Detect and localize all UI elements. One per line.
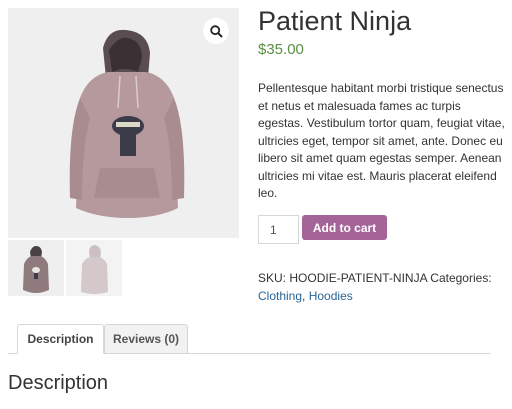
hoodie-image xyxy=(69,29,185,218)
product-short-description: Pellentesque habitant morbi tristique se… xyxy=(258,81,505,200)
product-price: $35.00 xyxy=(258,41,304,58)
add-to-cart-button[interactable]: Add to cart xyxy=(302,215,387,240)
thumbnail-back[interactable] xyxy=(66,240,122,296)
product-meta: SKU: HOODIE-PATIENT-NINJA Categories: Cl… xyxy=(258,269,508,305)
magnifier-icon xyxy=(209,24,223,38)
thumbnail-front[interactable] xyxy=(8,240,64,296)
tab-description[interactable]: Description xyxy=(17,324,104,354)
category-link-hoodies[interactable]: Hoodies xyxy=(309,289,353,303)
sku-value: HOODIE-PATIENT-NINJA xyxy=(289,271,427,285)
hoodie-thumbnail-front xyxy=(23,246,49,293)
zoom-button[interactable] xyxy=(203,18,229,44)
quantity-input[interactable] xyxy=(258,215,299,244)
product-main-image[interactable] xyxy=(8,8,239,238)
sku-label: SKU: xyxy=(258,271,287,285)
hoodie-thumbnail-back xyxy=(81,245,108,294)
product-title: Patient Ninja xyxy=(258,6,412,36)
category-link-clothing[interactable]: Clothing xyxy=(258,289,302,303)
category-separator: , xyxy=(302,289,306,303)
description-heading: Description xyxy=(8,372,109,394)
categories-label: Categories: xyxy=(430,271,492,285)
tab-reviews[interactable]: Reviews (0) xyxy=(104,324,188,354)
